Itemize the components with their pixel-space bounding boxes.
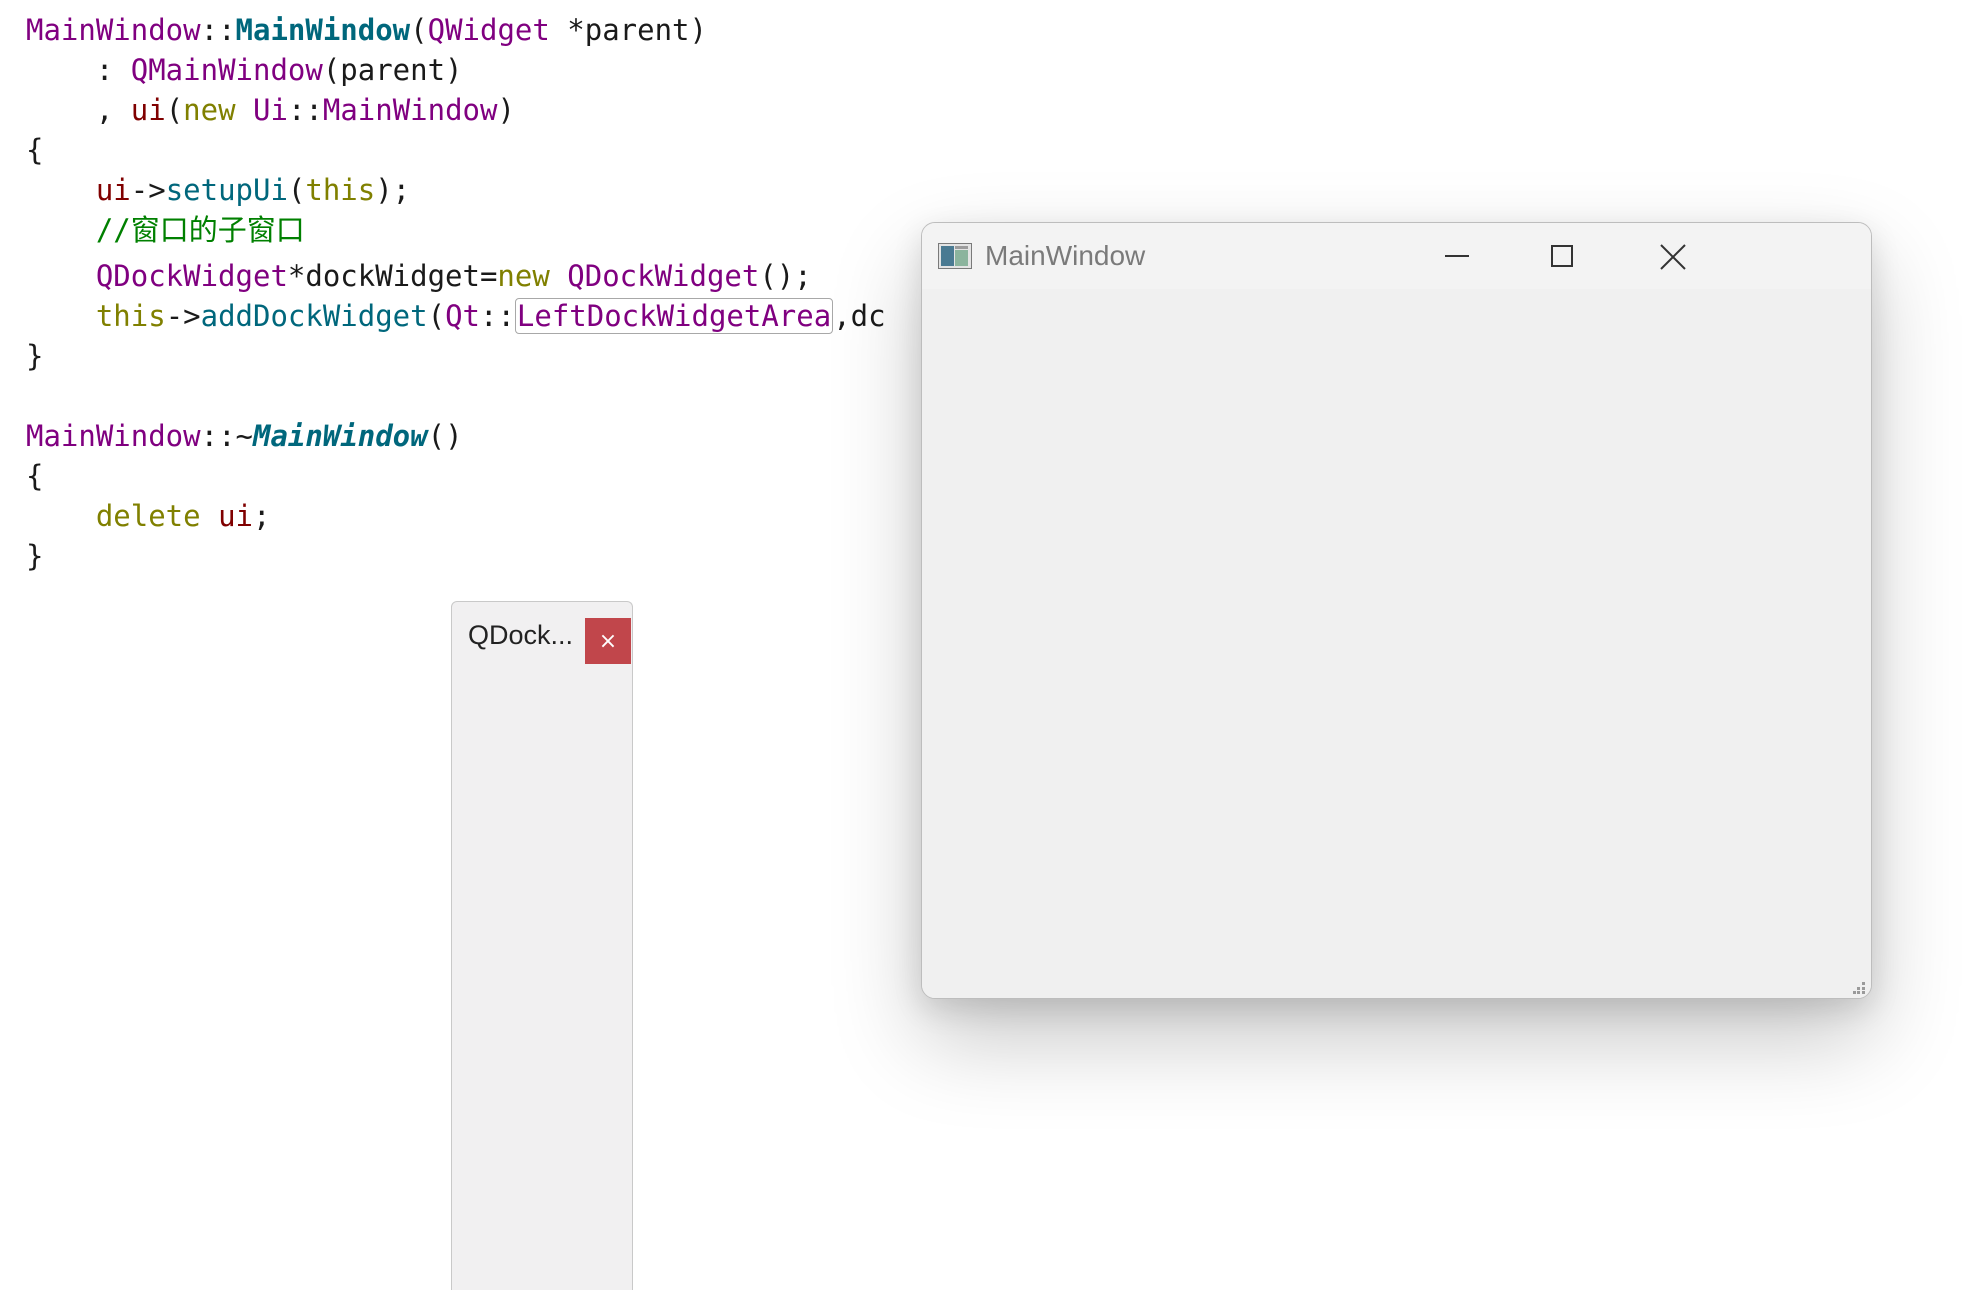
code-line-8: this->addDockWidget(Qt::LeftDockWidgetAr… — [95, 298, 886, 334]
dock-widget-window[interactable]: QDock... × — [451, 601, 633, 1290]
window-client-area — [922, 289, 1871, 998]
close-button[interactable] — [1622, 223, 1722, 289]
dock-close-button[interactable]: × — [585, 618, 631, 664]
maximize-icon — [1551, 245, 1573, 267]
close-icon — [1660, 244, 1686, 270]
main-window[interactable]: MainWindow — [921, 222, 1872, 999]
code-line-12: delete ui; — [95, 499, 271, 533]
code-line-4: { — [26, 133, 44, 167]
window-title: MainWindow — [985, 240, 1146, 271]
code-line-1: MainWindow::MainWindow(QWidget *parent) — [26, 13, 707, 47]
code-line-3: , ui(new Ui::MainWindow) — [26, 93, 515, 127]
application-window-icon — [938, 243, 972, 269]
dock-widget-title: QDock... — [468, 620, 574, 650]
maximize-button[interactable] — [1512, 223, 1612, 289]
code-line-7: QDockWidget*dockWidget=new QDockWidget()… — [95, 259, 812, 293]
minimize-button[interactable] — [1406, 223, 1506, 289]
code-comment-line: //窗口的子窗口 — [26, 213, 305, 247]
minimize-icon — [1445, 255, 1469, 257]
code-line-2: : QMainWindow(parent) — [26, 53, 463, 87]
code-line-10: MainWindow::~MainWindow() — [26, 419, 463, 453]
code-line-11: { — [26, 459, 44, 493]
code-line-13: } — [26, 539, 44, 573]
close-icon: × — [598, 628, 618, 654]
code-line-5: ui->setupUi(this); — [95, 173, 411, 207]
code-line-9: } — [26, 339, 44, 373]
window-title-bar[interactable]: MainWindow — [922, 223, 1871, 289]
resize-grip-icon[interactable] — [1853, 982, 1865, 994]
highlighted-symbol[interactable]: LeftDockWidgetArea — [514, 298, 834, 334]
